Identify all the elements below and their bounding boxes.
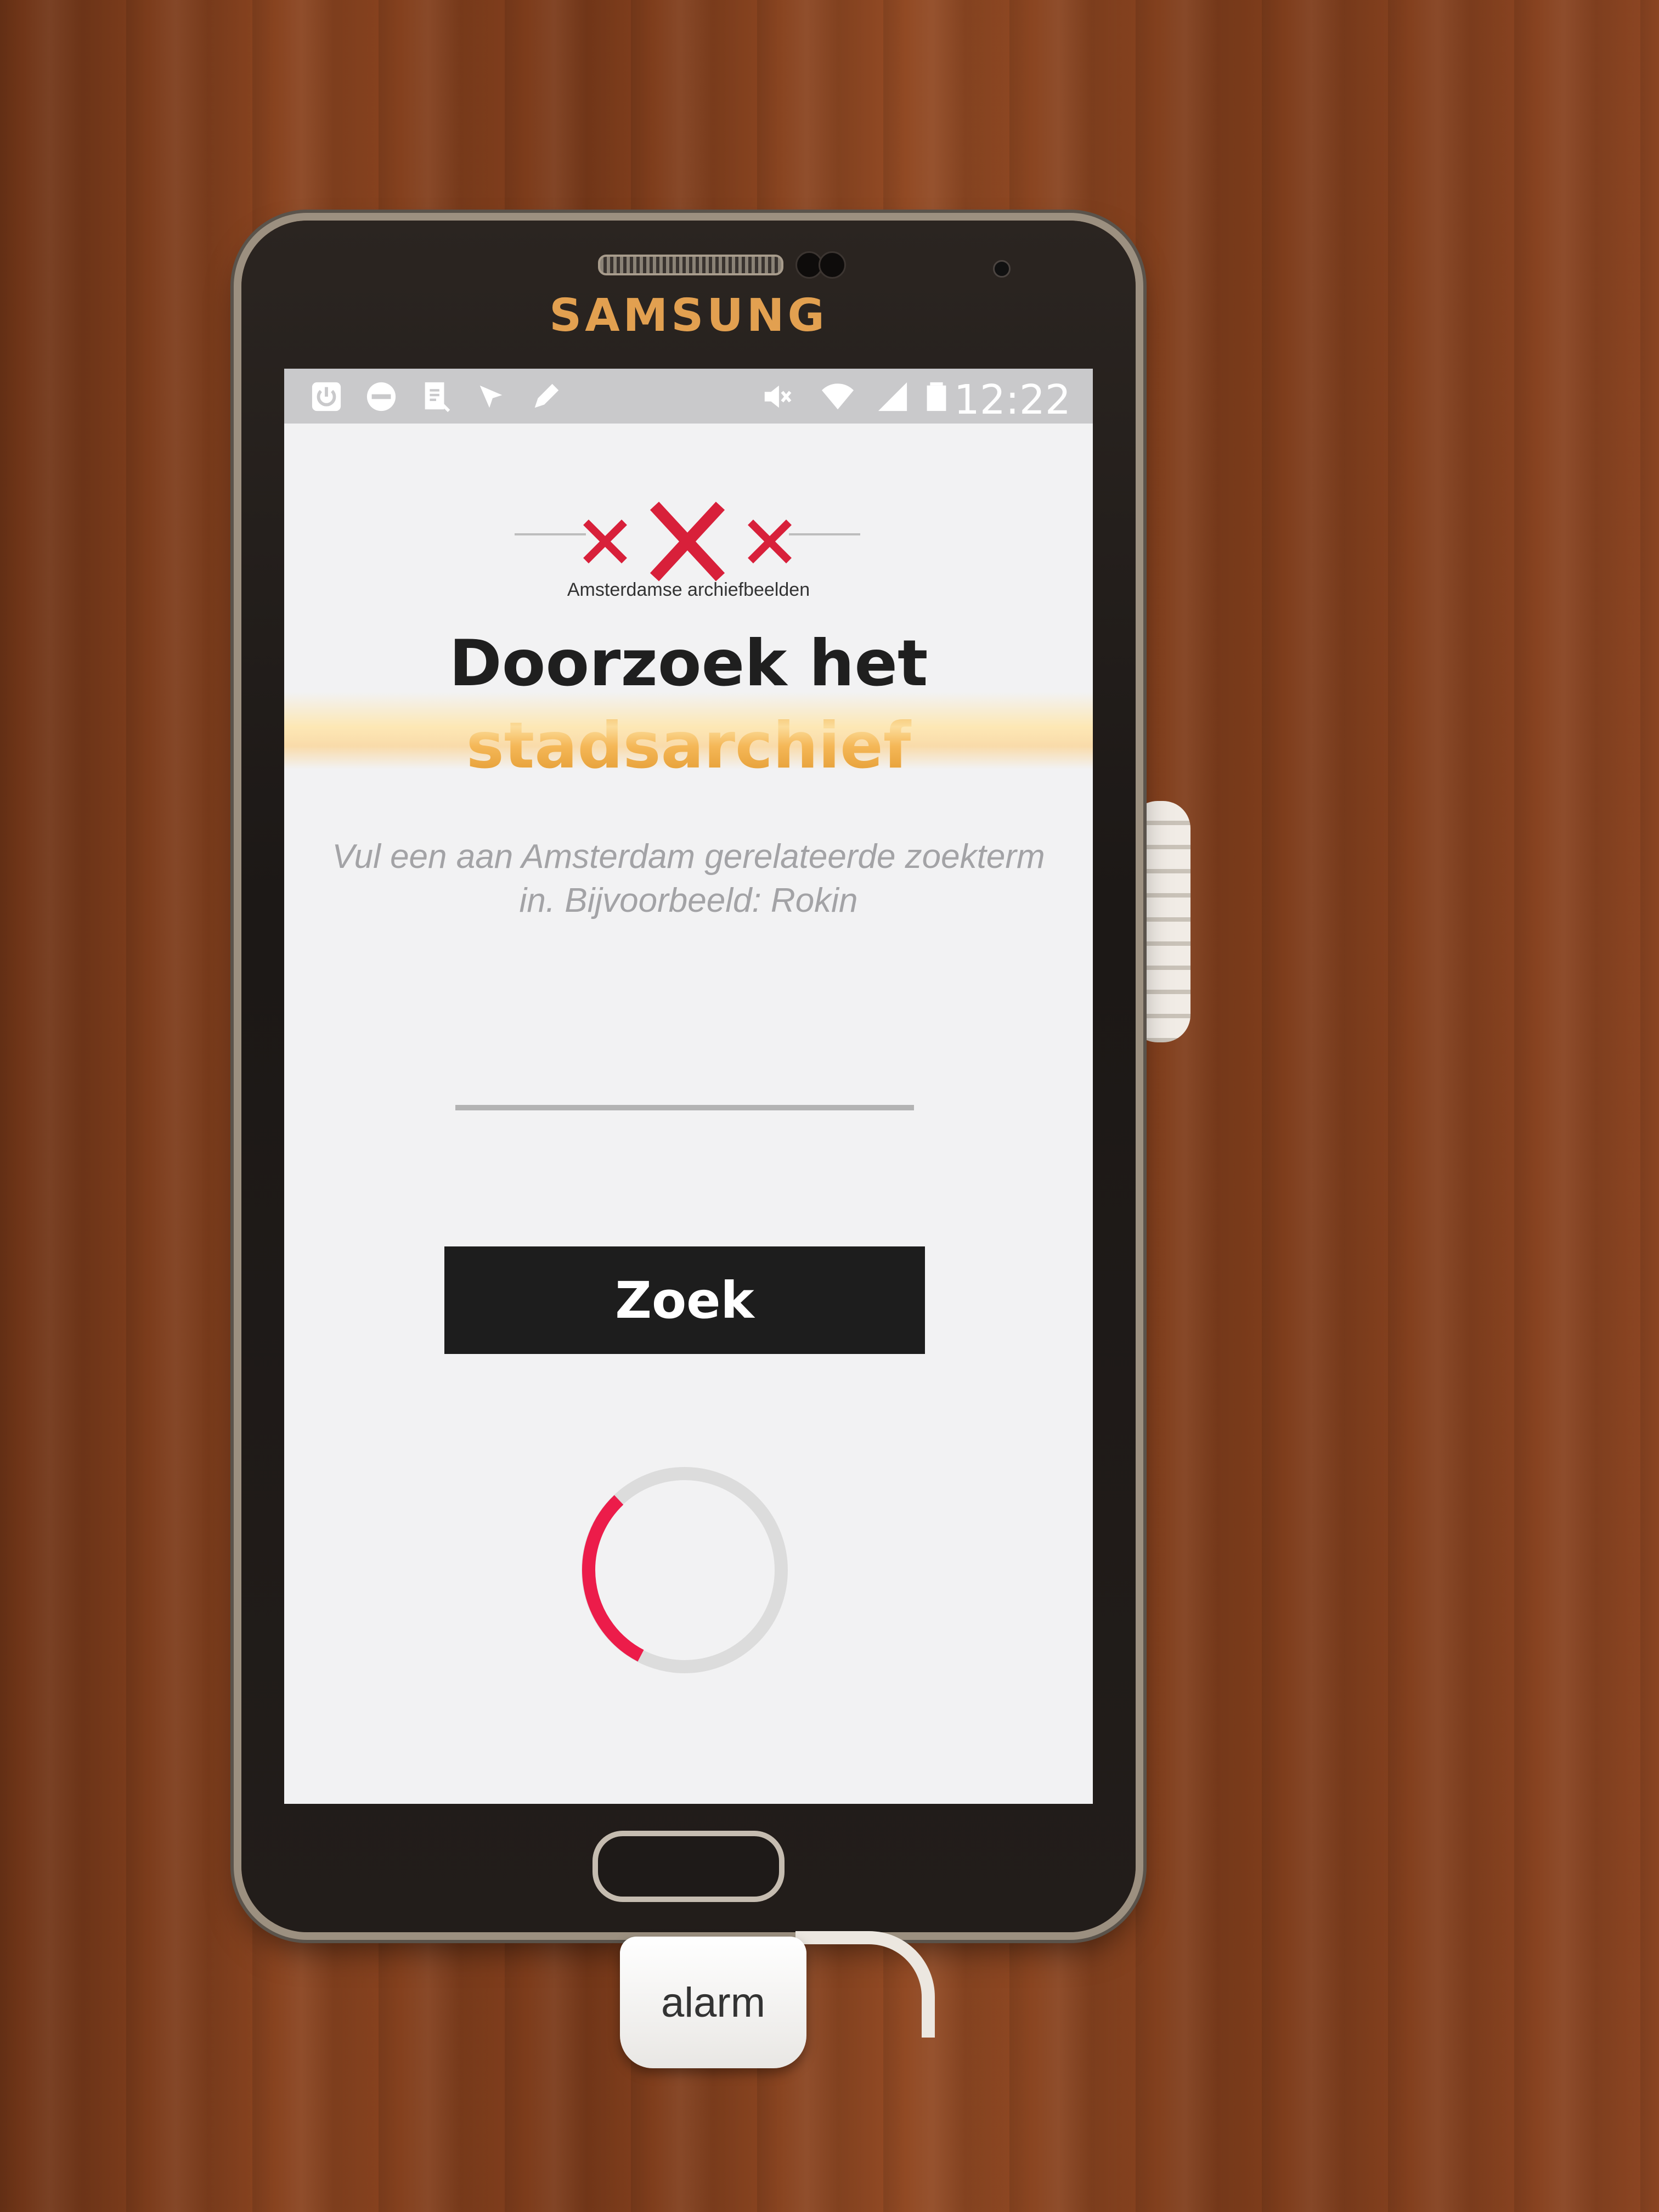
download-icon	[479, 385, 503, 408]
home-button[interactable]	[592, 1831, 785, 1902]
signal-icon	[878, 382, 907, 411]
pencil-icon	[534, 383, 559, 408]
brand-logo: SAMSUNG	[549, 290, 828, 342]
light-sensor-icon	[819, 251, 846, 279]
page-title: Doorzoek het	[449, 627, 928, 701]
battery-icon	[927, 382, 946, 411]
minus-circle-icon	[366, 382, 396, 411]
alarm-tag: alarm	[620, 1937, 806, 2068]
search-hint: Vul een aan Amsterdam gerelateerde zoekt…	[332, 838, 1045, 919]
logo-caption: Amsterdamse archiefbeelden	[567, 579, 810, 600]
search-button[interactable]: Zoek	[444, 1246, 925, 1354]
status-time: 12:22	[953, 376, 1071, 424]
loading-spinner-icon	[582, 1467, 788, 1673]
app-logo: Amsterdamse archiefbeelden	[284, 478, 1093, 610]
document-edit-icon	[425, 382, 450, 413]
amsterdam-xxx-icon	[583, 501, 792, 582]
phone-screen: 12:22 Amsterdamse archiefbeelden Doorzoe…	[284, 369, 1093, 1804]
security-cable	[1130, 801, 1190, 1042]
front-camera-icon	[993, 260, 1011, 278]
logo-divider-left	[515, 533, 586, 535]
status-bar: 12:22	[284, 369, 1093, 424]
wifi-icon	[822, 383, 854, 410]
power-icon	[312, 382, 341, 411]
earpiece-speaker	[598, 255, 783, 275]
search-input-underline	[455, 1105, 914, 1110]
phone-device: SAMSUNG 12:22 Amsterdamse archiefbeelden	[241, 221, 1136, 1932]
alarm-wire	[795, 1931, 935, 2038]
mute-icon	[764, 385, 792, 408]
page-title-accent: stadsarchief	[466, 709, 911, 783]
logo-divider-right	[789, 533, 860, 535]
